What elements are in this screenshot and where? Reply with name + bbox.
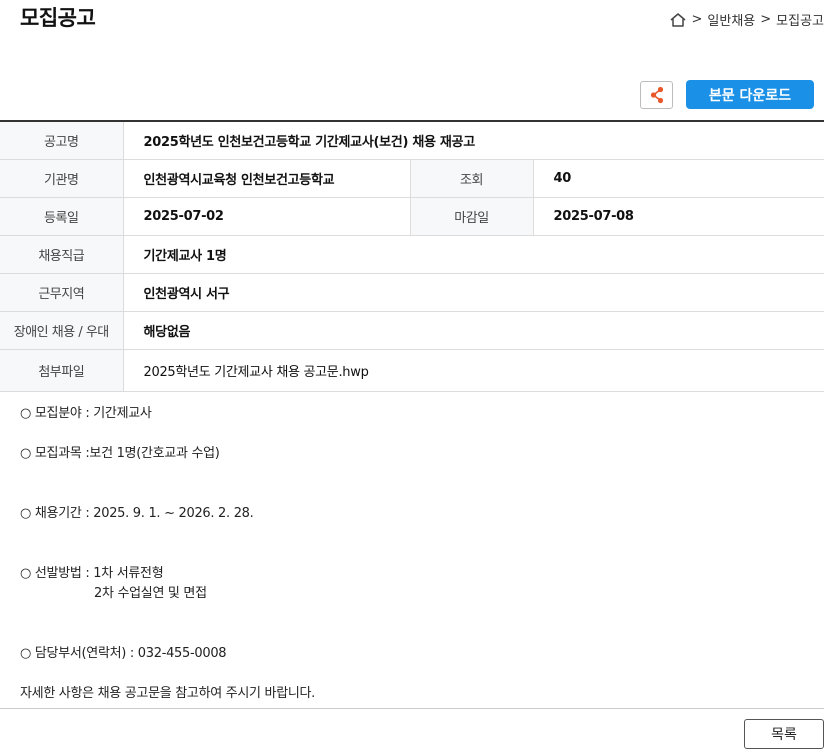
method-line: ○ 선발방법 : 1차 서류전형 (20, 566, 164, 581)
region-value: 인천광역시 서구 (123, 273, 824, 312)
table-row: 등록일 2025-07-02 마감일 2025-07-08 (0, 197, 824, 236)
table-row: 첨부파일 2025학년도 기간제교사 채용 공고문.hwp (0, 349, 824, 392)
table-row: 기관명 인천광역시교육청 인천보건고등학교 조회 40 (0, 159, 824, 198)
rank-label: 채용직급 (0, 235, 124, 274)
views-value: 40 (533, 159, 824, 198)
breadcrumb-item-recruit[interactable]: 일반채용 (707, 10, 755, 29)
org-label: 기관명 (0, 159, 124, 198)
notice-info-table: 공고명 2025학년도 인천보건고등학교 기간제교사(보건) 채용 재공고 기관… (0, 120, 824, 392)
attachment-label: 첨부파일 (0, 349, 124, 392)
reg-date-value: 2025-07-02 (123, 197, 411, 236)
table-row: 장애인 채용 / 우대 해당없음 (0, 311, 824, 350)
breadcrumb: > 일반채용 > 모집공고 (669, 10, 824, 29)
rank-value: 기간제교사 1명 (123, 235, 824, 274)
breadcrumb-separator: > (691, 12, 703, 27)
table-row: 채용직급 기간제교사 1명 (0, 235, 824, 274)
region-label: 근무지역 (0, 273, 124, 312)
table-row: 공고명 2025학년도 인천보건고등학교 기간제교사(보건) 채용 재공고 (0, 121, 824, 160)
org-value: 인천광역시교육청 인천보건고등학교 (123, 159, 411, 198)
disabled-label: 장애인 채용 / 우대 (0, 311, 124, 350)
disabled-value: 해당없음 (123, 311, 824, 350)
attachment-link[interactable]: 2025학년도 기간제교사 채용 공고문.hwp (123, 349, 824, 392)
page-title: 모집공고 (20, 6, 96, 30)
download-button[interactable]: 본문 다운로드 (686, 80, 814, 109)
share-icon (650, 86, 663, 103)
table-row: 근무지역 인천광역시 서구 (0, 273, 824, 312)
title-label: 공고명 (0, 121, 124, 160)
contact-line: ○ 담당부서(연락처) : 032-455-0008 (20, 646, 227, 661)
home-icon[interactable] (669, 12, 687, 28)
deadline-label: 마감일 (410, 197, 534, 236)
period-line: ○ 채용기간 : 2025. 9. 1. ~ 2026. 2. 28. (20, 506, 254, 521)
note-line: 자세한 사항은 채용 공고문을 참고하여 주시기 바랍니다. (20, 686, 316, 701)
views-label: 조회 (410, 159, 534, 198)
breadcrumb-item-notice[interactable]: 모집공고 (776, 10, 824, 29)
reg-date-label: 등록일 (0, 197, 124, 236)
deadline-value: 2025-07-08 (533, 197, 824, 236)
method-line-2: 2차 수업실연 및 면접 (94, 586, 207, 601)
subject-line: ○ 모집과목 :보건 1명(간호교과 수업) (20, 446, 220, 461)
divider (0, 708, 824, 709)
list-button[interactable]: 목록 (744, 719, 824, 749)
action-bar: 본문 다운로드 (640, 80, 814, 109)
breadcrumb-separator: > (760, 12, 772, 27)
share-button[interactable] (640, 80, 673, 109)
title-value: 2025학년도 인천보건고등학교 기간제교사(보건) 채용 재공고 (123, 121, 824, 160)
field-line: ○ 모집분야 : 기간제교사 (20, 406, 152, 421)
